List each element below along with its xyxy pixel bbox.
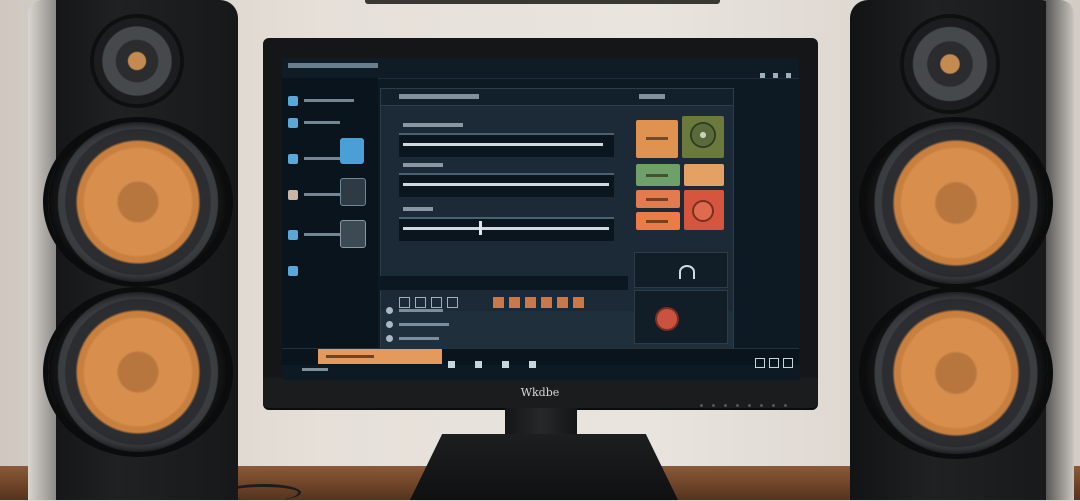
track-3 [399,207,614,241]
dial-icon [694,202,712,220]
right-speaker [850,0,1074,500]
list-header [380,276,628,290]
right-tweeter [904,18,996,110]
left-speaker-side-panel [28,0,56,500]
track-1 [399,123,614,157]
panel-right-title-blur [639,94,665,99]
coral-tile [636,212,680,230]
right-upper-woofer [864,122,1048,284]
mini-panel-2 [634,290,728,344]
left-lower-woofer [48,292,228,452]
gauge-icon [679,265,695,279]
app-icon [288,229,298,240]
sidebar-thumbnail-1 [340,138,364,164]
left-speaker [28,0,238,500]
green-tile [636,164,680,186]
monitor-buttons [700,392,796,411]
shelf-edge [365,0,720,4]
app-title-text-blur [288,63,378,68]
track-2 [399,163,614,197]
sidebar-item-2 [288,112,340,128]
screen-sidebar [282,78,378,348]
sidebar-thumbnail-2 [340,178,366,206]
monitor-screen [282,58,799,380]
list-item [386,314,449,328]
app-icon [288,153,298,164]
window-controls [752,63,791,82]
sidebar-item-3 [288,148,344,164]
sidebar-item-6 [288,260,298,276]
app-icon [288,95,298,106]
taskbar-active-item [318,349,442,364]
right-speaker-side-panel [1046,0,1074,500]
monitor-stand-neck [505,408,577,438]
left-tweeter [94,18,180,104]
monitor-brand-logo: Wkdbe [520,386,560,399]
red-tile [684,190,724,230]
sidebar-item-4 [288,184,342,200]
coral-tile [636,190,680,208]
app-icon [288,265,298,276]
screen-title-bar [282,58,799,79]
monitor-stand-base [410,434,678,500]
left-upper-woofer [48,122,228,282]
light-orange-tile [684,164,724,186]
taskbar-tray-icons [751,353,793,372]
sidebar-item-5 [288,224,344,240]
green-knob-tile [682,116,724,158]
panel-title-blur [399,94,479,99]
app-icon [288,189,298,200]
dial-icon [690,122,716,148]
list-item [386,328,439,342]
sidebar-item-1 [288,90,354,106]
taskbar-icons [448,353,556,372]
record-dial-icon [657,309,677,329]
app-icon [288,117,298,128]
sidebar-thumbnail-3 [340,220,366,248]
status-text-blur [302,368,328,371]
right-lower-woofer [864,292,1048,454]
list-item [386,300,443,314]
mini-panel-1 [634,252,728,288]
orange-tile [636,120,678,158]
panel-header [381,89,733,106]
